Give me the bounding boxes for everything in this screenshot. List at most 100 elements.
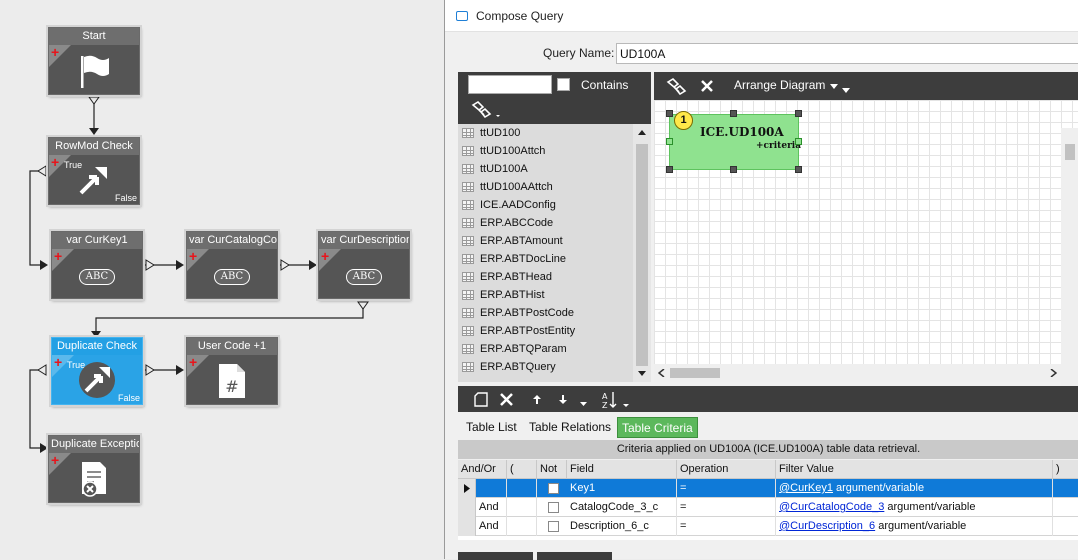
row-selector[interactable] — [458, 479, 476, 498]
delete-icon[interactable] — [700, 79, 714, 93]
not-checkbox[interactable] — [548, 483, 559, 494]
diagram-table-entity[interactable]: 1 ICE.UD100A +criteria — [669, 111, 801, 170]
workflow-canvas[interactable]: Start + RowMod Check + True False var Cu… — [0, 0, 446, 559]
add-icon[interactable]: + — [189, 355, 197, 369]
chevron-down-icon[interactable] — [842, 88, 850, 93]
filter-value-link[interactable]: @CurDescription_6 — [779, 520, 875, 532]
column-header-close-paren[interactable]: ) — [1053, 460, 1078, 479]
query-name-input[interactable] — [616, 43, 1078, 64]
table-list-item[interactable]: ttUD100A — [458, 160, 633, 178]
criteria-grid[interactable]: And/Or ( Not Field Operation Filter Valu… — [458, 460, 1078, 540]
table-list-item[interactable]: ICE.AADConfig — [458, 196, 633, 214]
arrange-diagram-button[interactable]: Arrange Diagram — [734, 78, 825, 92]
not-checkbox[interactable] — [548, 521, 559, 532]
delete-row-icon[interactable] — [500, 393, 513, 406]
workflow-node-var-curkey1[interactable]: var CurKey1 + ABC — [51, 231, 143, 299]
workflow-node-var-curcatalogcode[interactable]: var CurCatalogCod + ABC — [186, 231, 278, 299]
table-list-item[interactable]: ttUD100 — [458, 124, 633, 142]
cell-close-paren[interactable] — [1053, 479, 1078, 498]
cell-filter-value[interactable]: @CurDescription_6 argument/variable — [776, 517, 1053, 536]
add-icon[interactable]: + — [189, 249, 197, 263]
filter-value-link[interactable]: @CurKey1 — [779, 482, 833, 494]
window-titlebar[interactable]: Compose Query — [445, 0, 1078, 32]
column-header-andor[interactable]: And/Or — [458, 460, 507, 479]
chevron-down-icon[interactable] — [580, 402, 587, 406]
contains-checkbox[interactable] — [557, 78, 570, 91]
cell-field[interactable]: CatalogCode_3_c — [567, 498, 677, 517]
row-selector[interactable] — [458, 498, 476, 517]
link-icon[interactable] — [666, 77, 688, 95]
workflow-node-start[interactable]: Start + — [48, 27, 140, 95]
workflow-node-var-curdescription[interactable]: var CurDescription + ABC — [318, 231, 410, 299]
column-header-filter-value[interactable]: Filter Value — [776, 460, 1053, 479]
compose-query-window[interactable]: Compose Query Query Name: Contains ttUD1… — [444, 0, 1078, 560]
add-icon[interactable]: + — [54, 355, 62, 369]
column-header-operation[interactable]: Operation — [677, 460, 776, 479]
scrollbar-thumb[interactable] — [1065, 144, 1075, 160]
diagram-canvas[interactable]: 1 ICE.UD100A +criteria — [654, 100, 1078, 392]
criteria-row[interactable]: And CatalogCode_3_c = @CurCatalogCode_3 … — [458, 498, 1078, 517]
scroll-right-icon[interactable] — [1049, 369, 1057, 377]
column-header-not[interactable]: Not — [537, 460, 567, 479]
column-header-open-paren[interactable]: ( — [507, 460, 537, 479]
column-header-field[interactable]: Field — [567, 460, 677, 479]
diagram-vertical-scrollbar[interactable] — [1061, 128, 1078, 392]
chevron-down-icon[interactable] — [830, 84, 838, 89]
cell-operation[interactable]: = — [677, 479, 776, 498]
cell-field[interactable]: Description_6_c — [567, 517, 677, 536]
cell-close-paren[interactable] — [1053, 517, 1078, 536]
resize-handle[interactable] — [666, 166, 673, 173]
workflow-node-duplicate-exception[interactable]: Duplicate Exceptio + — [48, 435, 140, 503]
scrollbar-thumb[interactable] — [636, 144, 648, 366]
cell-field[interactable]: Key1 — [567, 479, 677, 498]
new-row-icon[interactable] — [474, 392, 488, 407]
diagram-horizontal-scrollbar[interactable] — [654, 364, 1061, 382]
cell-andor[interactable] — [476, 479, 507, 498]
resize-handle[interactable] — [730, 166, 737, 173]
scrollbar-thumb[interactable] — [670, 368, 720, 378]
table-list-item[interactable]: ERP.ABTPostCode — [458, 304, 633, 322]
table-list-item[interactable]: ERP.ABCCode — [458, 214, 633, 232]
table-list-item[interactable]: ERP.ABTHist — [458, 286, 633, 304]
table-list[interactable]: ttUD100 ttUD100Attch ttUD100A ttUD100AAt… — [458, 124, 633, 382]
table-list-item[interactable]: ttUD100Attch — [458, 142, 633, 160]
table-list-item[interactable]: ERP.ABTAmount — [458, 232, 633, 250]
table-list-item[interactable]: ERP.ABTHead — [458, 268, 633, 286]
cell-operation[interactable]: = — [677, 498, 776, 517]
scroll-up-icon[interactable] — [637, 128, 647, 136]
sort-az-icon[interactable]: A Z — [601, 390, 631, 410]
cell-open-paren[interactable] — [507, 498, 537, 517]
scroll-left-icon[interactable] — [658, 369, 666, 377]
table-list-item[interactable]: ERP.ABTQuery — [458, 358, 633, 376]
workflow-node-user-code[interactable]: User Code +1 + # — [186, 337, 278, 405]
move-down-icon[interactable] — [558, 394, 568, 405]
add-icon[interactable]: + — [51, 155, 59, 169]
add-icon[interactable]: + — [51, 453, 59, 467]
resize-handle[interactable] — [795, 138, 802, 145]
table-list-item[interactable]: ERP.ABTPostEntity — [458, 322, 633, 340]
table-list-item[interactable]: ttUD100AAttch — [458, 178, 633, 196]
link-dropdown-icon[interactable] — [470, 100, 504, 120]
cell-open-paren[interactable] — [507, 479, 537, 498]
cell-open-paren[interactable] — [507, 517, 537, 536]
workflow-node-rowmod-check[interactable]: RowMod Check + True False — [48, 137, 140, 205]
add-icon[interactable]: + — [51, 45, 59, 59]
criteria-row[interactable]: And Description_6_c = @CurDescription_6 … — [458, 517, 1078, 536]
tab-table-criteria[interactable]: Table Criteria — [617, 417, 698, 438]
resize-handle[interactable] — [666, 110, 673, 117]
filter-value-link[interactable]: @CurCatalogCode_3 — [779, 501, 884, 513]
row-selector[interactable] — [458, 517, 476, 536]
not-checkbox[interactable] — [548, 502, 559, 513]
cell-andor[interactable]: And — [476, 498, 507, 517]
add-icon[interactable]: + — [321, 249, 329, 263]
table-search-input[interactable] — [468, 75, 552, 94]
cell-operation[interactable]: = — [677, 517, 776, 536]
cell-filter-value[interactable]: @CurCatalogCode_3 argument/variable — [776, 498, 1053, 517]
cell-filter-value[interactable]: @CurKey1 argument/variable — [776, 479, 1053, 498]
resize-handle[interactable] — [730, 110, 737, 117]
workflow-node-duplicate-check[interactable]: Duplicate Check + True False — [51, 337, 143, 405]
cell-close-paren[interactable] — [1053, 498, 1078, 517]
criteria-row[interactable]: Key1 = @CurKey1 argument/variable — [458, 479, 1078, 498]
add-icon[interactable]: + — [54, 249, 62, 263]
resize-handle[interactable] — [795, 110, 802, 117]
